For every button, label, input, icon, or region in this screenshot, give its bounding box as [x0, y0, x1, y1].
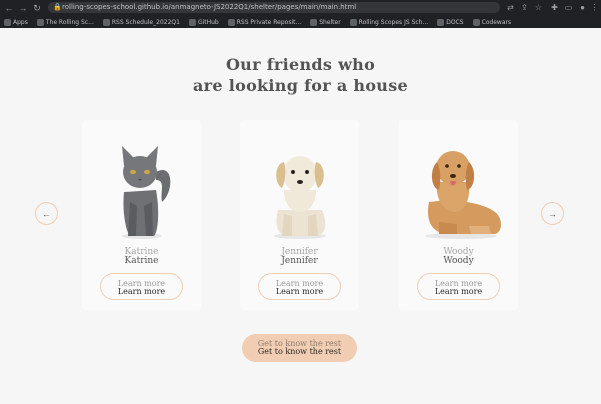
- browser-chrome: ← → ↻ 🔒 rolling-scopes-school.github.io/…: [0, 0, 601, 28]
- button-label: Get to know the rest: [257, 347, 342, 356]
- bookmark-icon: [102, 18, 110, 26]
- url-text: rolling-scopes-school.github.io/anmagnet…: [62, 3, 357, 11]
- lock-icon: 🔒: [53, 4, 62, 11]
- pet-name: Jennifer Jennifer: [240, 248, 359, 266]
- extensions-icon[interactable]: ✚: [550, 3, 559, 12]
- docs-icon: [437, 18, 445, 26]
- title-line: are looking for a house: [192, 76, 409, 95]
- learn-more-button[interactable]: Learn more Learn more: [100, 273, 183, 300]
- pet-name: Katrine Katrine: [82, 248, 201, 266]
- learn-more-button[interactable]: Learn more Learn more: [258, 273, 341, 300]
- share-icon[interactable]: ⇪: [520, 3, 529, 12]
- pet-name-text: Woody: [443, 256, 474, 266]
- bookmark-item[interactable]: GitHub: [188, 18, 219, 26]
- pets-section: Our friends who are looking for a house …: [0, 28, 601, 404]
- github-icon: [310, 18, 318, 26]
- button-label: Learn more: [117, 287, 166, 296]
- star-icon[interactable]: ☆: [534, 3, 543, 12]
- pet-card[interactable]: Katrine Katrine Learn more Learn more: [82, 120, 201, 310]
- forward-icon[interactable]: →: [18, 3, 28, 13]
- section-title: Our friends who are looking for a house: [0, 54, 601, 96]
- pet-name: Woody Woody: [399, 248, 518, 266]
- pet-image-cat: [122, 146, 171, 239]
- bookmark-icon: [349, 18, 357, 26]
- github-icon: [188, 18, 196, 26]
- arrow-left-icon: ←: [42, 208, 51, 219]
- pet-image-retriever: [425, 151, 501, 239]
- pet-image-puppy: [274, 156, 326, 239]
- address-bar[interactable]: 🔒 rolling-scopes-school.github.io/anmagn…: [48, 2, 500, 13]
- reload-icon[interactable]: ↻: [32, 3, 42, 13]
- button-label: Learn more: [275, 287, 324, 296]
- bookmark-item[interactable]: RSS Private Reposit...: [227, 18, 301, 26]
- slider-next-button[interactable]: →: [541, 202, 564, 225]
- pet-name-text: Jennifer: [281, 256, 318, 266]
- bookmark-item[interactable]: Codewars: [472, 18, 511, 26]
- bookmark-icon: [227, 18, 235, 26]
- bookmark-item[interactable]: Apps: [4, 18, 28, 26]
- learn-more-button[interactable]: Learn more Learn more: [417, 273, 500, 300]
- bookmark-item[interactable]: RSS Schedule_2022Q1: [102, 18, 180, 26]
- pet-card[interactable]: Jennifer Jennifer Learn more Learn more: [240, 120, 359, 310]
- bookmark-item[interactable]: The Rolling Sc...: [36, 18, 94, 26]
- slider-prev-button[interactable]: ←: [35, 202, 58, 225]
- codewars-icon: [472, 18, 480, 26]
- arrow-right-icon: →: [548, 208, 557, 219]
- back-icon[interactable]: ←: [4, 3, 14, 13]
- apps-icon: [4, 18, 11, 26]
- tab-search-icon[interactable]: ▭: [564, 3, 573, 12]
- menu-icon[interactable]: ⋮: [590, 3, 599, 12]
- translate-icon[interactable]: ⇄: [506, 3, 515, 12]
- bookmark-item[interactable]: Shelter: [310, 18, 341, 26]
- bookmark-item[interactable]: Rolling Scopes JS Sch...: [349, 18, 428, 26]
- pet-name-text: Katrine: [124, 256, 159, 266]
- bookmarks-bar: Apps The Rolling Sc... RSS Schedule_2022…: [0, 16, 601, 28]
- title-line: Our friends who: [225, 55, 376, 74]
- get-to-know-rest-button[interactable]: Get to know the rest Get to know the res…: [242, 334, 357, 362]
- pet-card[interactable]: Woody Woody Learn more Learn more: [399, 120, 518, 310]
- button-label: Learn more: [434, 287, 483, 296]
- profile-icon[interactable]: ●: [578, 3, 587, 12]
- bookmark-item[interactable]: DOCS: [437, 18, 464, 26]
- bookmark-icon: [36, 18, 44, 26]
